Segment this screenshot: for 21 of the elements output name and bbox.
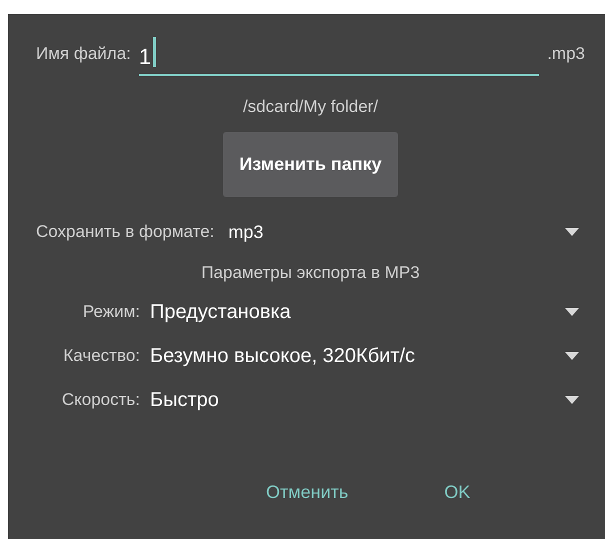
filename-field[interactable]: 1 [138,32,540,76]
option-label: Скорость: [60,389,141,412]
filename-label: Имя файла: [36,43,131,66]
dropdown-arrow-icon [565,352,579,360]
option-dropdown[interactable]: Быстро [150,385,585,415]
option-label: Режим: [82,301,141,324]
dropdown-arrow-icon [565,308,579,316]
dropdown-arrow-icon [565,228,579,236]
option-dropdown[interactable]: Безумно высокое, 320Кбит/с [150,341,585,371]
cancel-button[interactable]: Отменить [258,475,356,510]
option-dropdown[interactable]: Предустановка [150,297,585,327]
format-dropdown[interactable]: mp3 [228,218,585,246]
ok-button[interactable]: OK [436,475,478,510]
format-label: Сохранить в формате: [36,221,214,244]
dropdown-arrow-icon [565,396,579,404]
section-title: Параметры экспорта в MP3 [200,262,421,284]
option-label: Качество: [62,345,141,368]
change-folder-button[interactable]: Изменить папку [223,132,398,196]
text-cursor [153,37,156,67]
folder-path: /sdcard/My folder/ [242,96,380,118]
extension-label: .mp3 [547,43,585,66]
